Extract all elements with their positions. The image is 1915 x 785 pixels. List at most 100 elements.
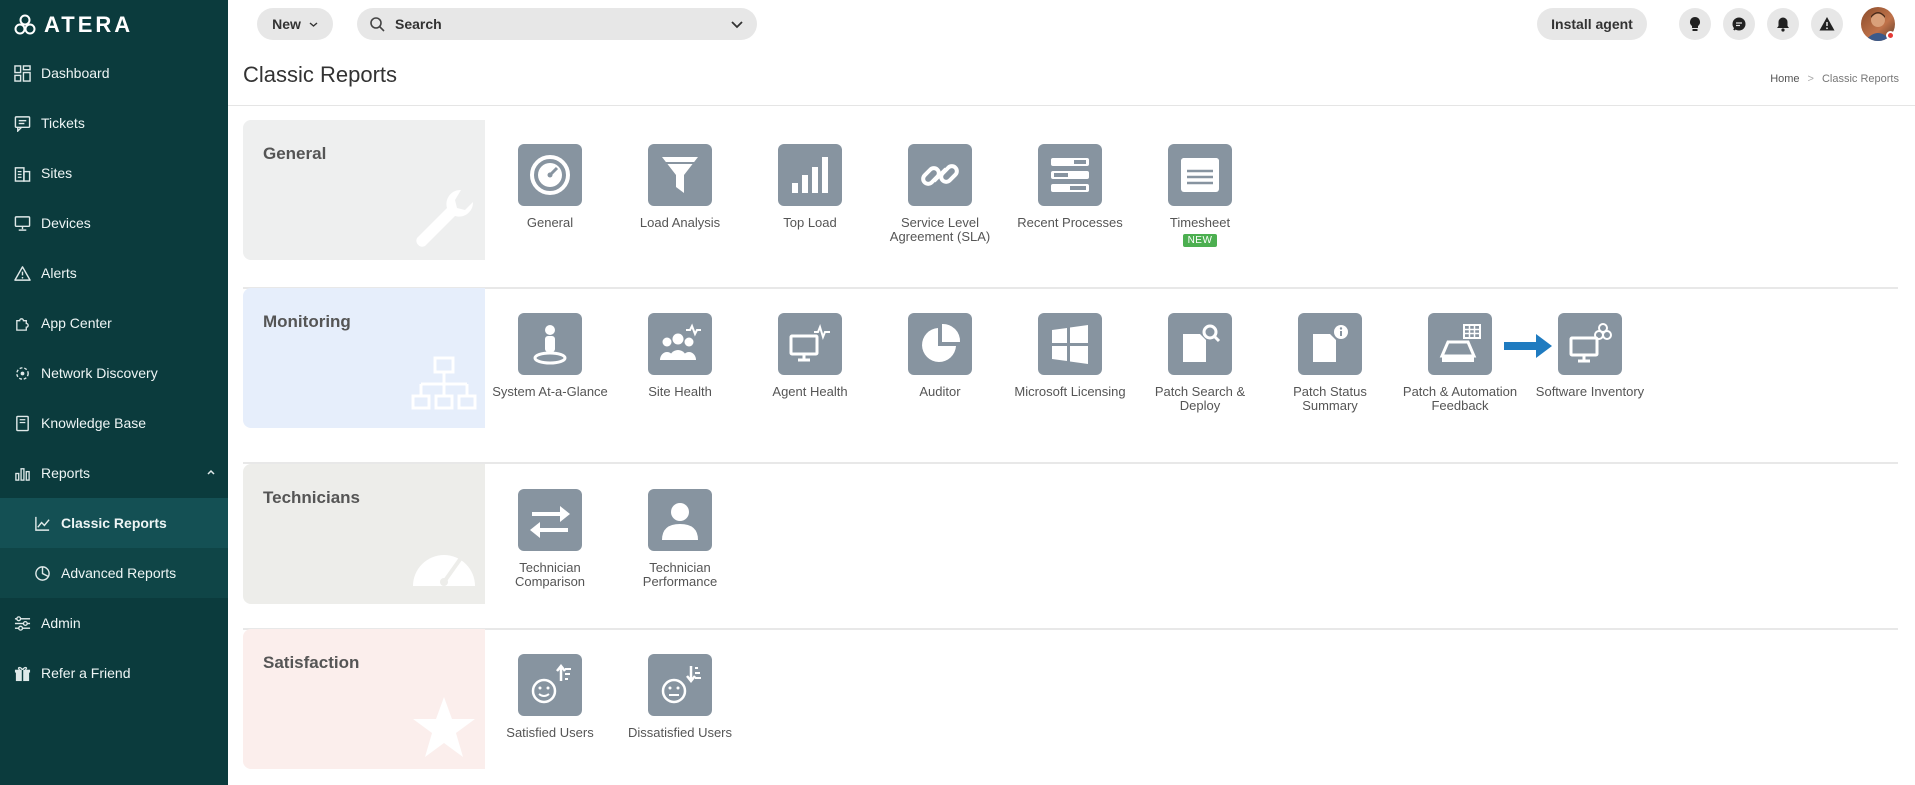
report-satisfied-users[interactable]: Satisfied Users bbox=[485, 654, 615, 740]
sidebar-item-classic-reports[interactable]: Classic Reports bbox=[0, 498, 228, 548]
alerts-button[interactable] bbox=[1811, 8, 1843, 40]
report-tile-icon bbox=[518, 313, 582, 375]
sidebar-item-app-center[interactable]: App Center bbox=[0, 298, 228, 348]
pie-chart-icon bbox=[922, 323, 961, 362]
report-patch-status-summary[interactable]: Patch Status Summary bbox=[1265, 313, 1395, 413]
report-tile-icon bbox=[518, 144, 582, 206]
section-title: Monitoring bbox=[263, 312, 351, 331]
sidebar-item-label: App Center bbox=[41, 315, 112, 331]
reports-icon bbox=[13, 464, 31, 482]
report-timesheet[interactable]: Timesheet NEW bbox=[1135, 144, 1265, 248]
warning-icon bbox=[1819, 17, 1835, 31]
report-recent-processes[interactable]: Recent Processes bbox=[1005, 144, 1135, 230]
report-agent-health[interactable]: Agent Health bbox=[745, 313, 875, 399]
report-tile-icon bbox=[518, 489, 582, 551]
report-label: Patch Status Summary bbox=[1293, 384, 1367, 413]
section-general-panel: General bbox=[243, 120, 485, 260]
report-auditor[interactable]: Auditor bbox=[875, 313, 1005, 399]
bar-chart-icon bbox=[792, 157, 828, 193]
breadcrumb: Home > Classic Reports bbox=[1770, 73, 1899, 85]
report-technician-comparison[interactable]: Technician Comparison bbox=[485, 489, 615, 589]
user-icon bbox=[662, 503, 698, 540]
report-technician-performance[interactable]: Technician Performance bbox=[615, 489, 745, 589]
report-tile-icon bbox=[1558, 313, 1622, 375]
report-label: Technician Comparison bbox=[514, 560, 586, 589]
report-label: Auditor bbox=[919, 384, 961, 399]
report-load-analysis[interactable]: Load Analysis bbox=[615, 144, 745, 230]
section-satisfaction: Satisfaction Satisfied Users Dissatisfie… bbox=[243, 629, 1898, 769]
sidebar-item-reports[interactable]: Reports bbox=[0, 448, 228, 498]
sidebar-item-sites[interactable]: Sites bbox=[0, 148, 228, 198]
report-tile-icon bbox=[778, 144, 842, 206]
new-button[interactable]: New bbox=[257, 8, 333, 40]
report-label: General bbox=[526, 215, 574, 230]
link-icon bbox=[921, 164, 959, 186]
report-label: Agent Health bbox=[772, 384, 848, 399]
tips-button[interactable] bbox=[1679, 8, 1711, 40]
sidebar-item-knowledge-base[interactable]: Knowledge Base bbox=[0, 398, 228, 448]
section-technicians-panel: Technicians bbox=[243, 464, 485, 604]
wrench-icon bbox=[416, 189, 474, 247]
install-agent-button[interactable]: Install agent bbox=[1537, 8, 1647, 40]
report-label: Recent Processes bbox=[1017, 215, 1123, 230]
report-tile-icon bbox=[1428, 313, 1492, 375]
report-tile-icon bbox=[1168, 144, 1232, 206]
report-tile-icon bbox=[908, 144, 972, 206]
report-top-load[interactable]: Top Load bbox=[745, 144, 875, 230]
sidebar-item-admin[interactable]: Admin bbox=[0, 598, 228, 648]
speedometer-icon bbox=[413, 555, 475, 586]
chevron-down-icon[interactable] bbox=[731, 19, 743, 29]
sidebar-item-label: Reports bbox=[41, 465, 91, 481]
report-patch-automation-feedback[interactable]: Patch & Automation Feedback bbox=[1395, 313, 1525, 413]
report-label: Top Load bbox=[783, 215, 837, 230]
search-input[interactable]: Search bbox=[357, 8, 757, 40]
report-label: Timesheet bbox=[1169, 215, 1231, 230]
sidebar-item-network-discovery[interactable]: Network Discovery bbox=[0, 348, 228, 398]
report-label: Patch & Automation Feedback bbox=[1402, 384, 1518, 413]
status-badge bbox=[1886, 31, 1895, 40]
sidebar-item-devices[interactable]: Devices bbox=[0, 198, 228, 248]
report-patch-search-deploy[interactable]: Patch Search & Deploy bbox=[1135, 313, 1265, 413]
sidebar-item-label: Knowledge Base bbox=[41, 415, 147, 431]
swap-arrows-icon bbox=[530, 506, 570, 538]
sidebar-item-dashboard[interactable]: Dashboard bbox=[0, 48, 228, 98]
report-sla[interactable]: Service Level Agreement (SLA) bbox=[875, 144, 1005, 244]
report-tile-icon bbox=[908, 313, 972, 375]
sidebar-item-alerts[interactable]: Alerts bbox=[0, 248, 228, 298]
section-title: General bbox=[263, 144, 327, 163]
report-system-at-a-glance[interactable]: System At-a-Glance bbox=[485, 313, 615, 399]
bell-icon bbox=[1777, 17, 1789, 32]
report-tile-icon bbox=[648, 144, 712, 206]
team-health-icon bbox=[660, 323, 701, 360]
logo-text: ATERA bbox=[44, 12, 134, 37]
monitor-heartbeat-icon bbox=[789, 323, 830, 362]
report-general[interactable]: General bbox=[485, 144, 615, 230]
section-technicians: Technicians Technician Comparison Techni… bbox=[243, 464, 1898, 604]
atera-logo[interactable]: ATERA bbox=[14, 12, 133, 38]
report-dissatisfied-users[interactable]: Dissatisfied Users bbox=[615, 654, 745, 740]
search-icon bbox=[370, 17, 385, 32]
chat-button[interactable] bbox=[1723, 8, 1755, 40]
sidebar-item-label: Dashboard bbox=[41, 65, 110, 81]
report-label: Satisfied Users bbox=[506, 725, 594, 740]
report-label: Service Level Agreement (SLA) bbox=[889, 215, 991, 244]
report-microsoft-licensing[interactable]: Microsoft Licensing bbox=[1005, 313, 1135, 399]
report-tile-icon bbox=[648, 654, 712, 716]
sidebar: ATERA Dashboard Tickets Sites Devices Al… bbox=[0, 0, 228, 785]
breadcrumb-home[interactable]: Home bbox=[1770, 73, 1799, 85]
section-general: General General Load Analysis Top Load S… bbox=[243, 120, 1898, 260]
smiley-sort-up-icon bbox=[531, 663, 571, 704]
top-bar: New Search Install agent bbox=[228, 0, 1915, 48]
sidebar-item-label: Advanced Reports bbox=[61, 565, 177, 581]
sidebar-item-tickets[interactable]: Tickets bbox=[0, 98, 228, 148]
monitor-apps-icon bbox=[1569, 323, 1612, 363]
report-site-health[interactable]: Site Health bbox=[615, 313, 745, 399]
app-center-icon bbox=[13, 314, 31, 332]
sidebar-item-advanced-reports[interactable]: Advanced Reports bbox=[0, 548, 228, 598]
chevron-down-icon bbox=[309, 21, 318, 27]
notifications-button[interactable] bbox=[1767, 8, 1799, 40]
sidebar-item-refer-a-friend[interactable]: Refer a Friend bbox=[0, 648, 228, 698]
breadcrumb-separator: > bbox=[1807, 73, 1814, 85]
new-button-label: New bbox=[272, 16, 301, 32]
report-software-inventory[interactable]: Software Inventory bbox=[1525, 313, 1655, 399]
